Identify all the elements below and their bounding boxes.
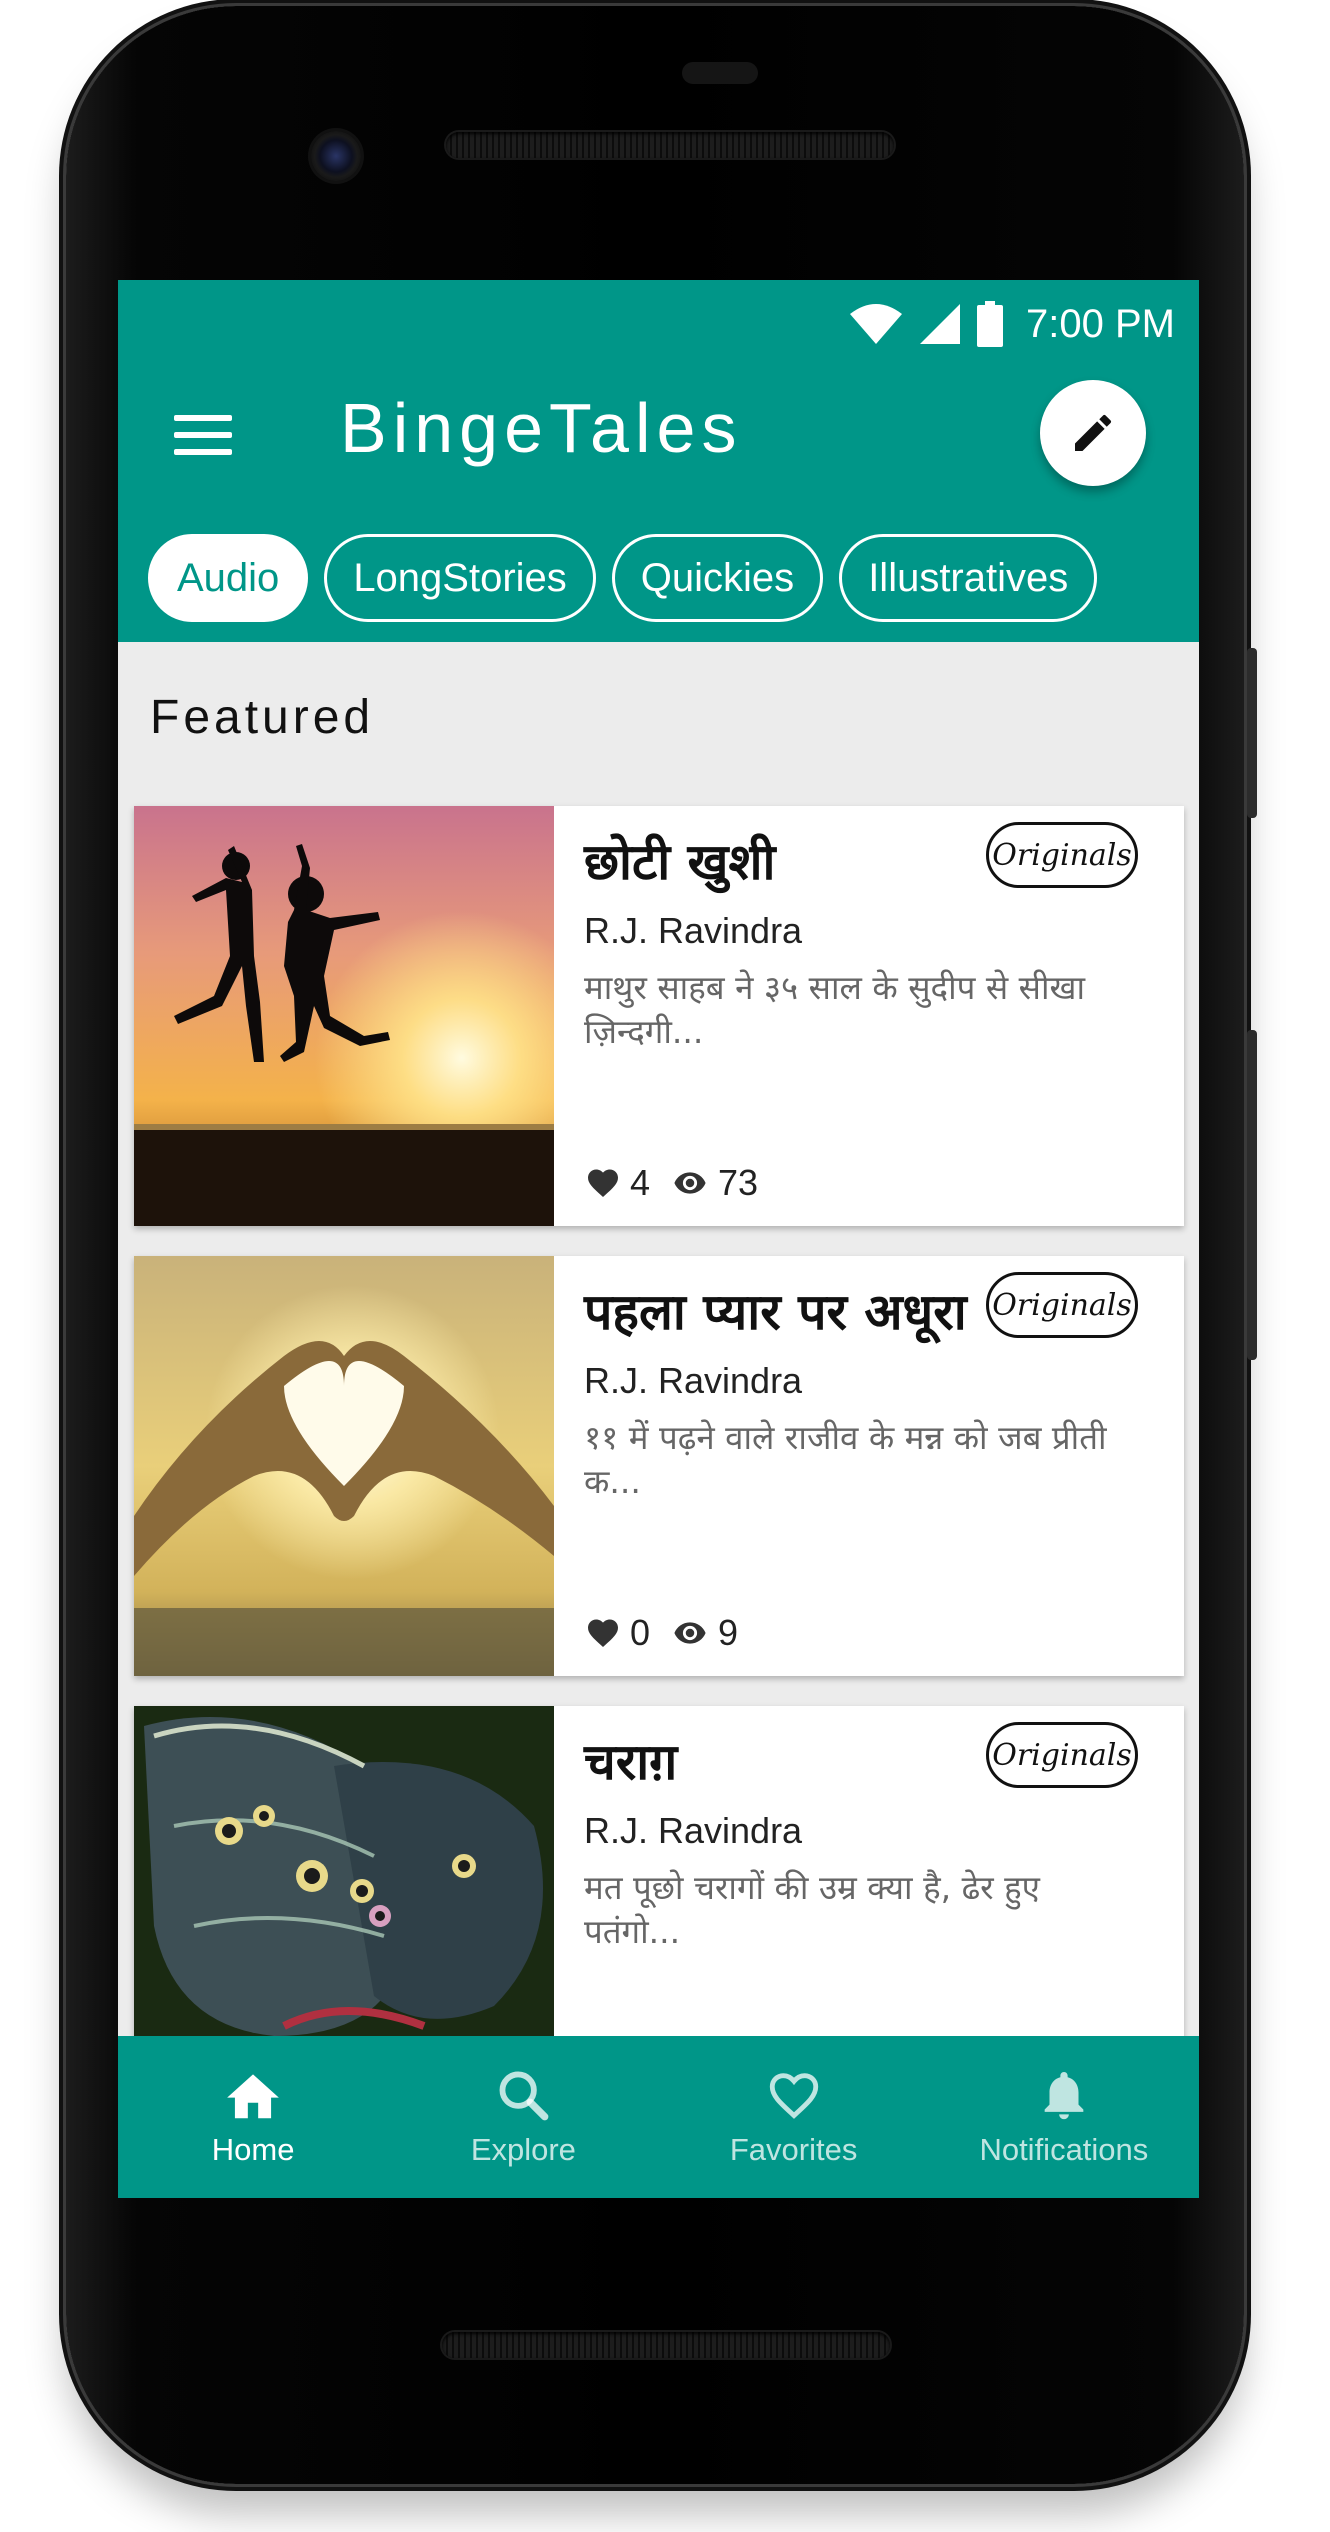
tab-illustratives[interactable]: Illustratives bbox=[839, 534, 1098, 622]
status-bar: 7:00 PM bbox=[848, 294, 1175, 354]
originals-badge: Originals bbox=[986, 822, 1138, 888]
story-card[interactable]: पहला प्यार पर अधूरा Originals R.J. Ravin… bbox=[134, 1256, 1184, 1676]
nav-favorites-label: Favorites bbox=[729, 2132, 858, 2167]
nav-favorites[interactable]: Favorites bbox=[659, 2036, 929, 2198]
story-description: ११ में पढ़ने वाले राजीव के मन्न को जब प्… bbox=[584, 1418, 1107, 1501]
app-screen: 7:00 PM BingeTales Audio LongStories Qui… bbox=[118, 280, 1199, 2198]
story-author: R.J. Ravindra bbox=[584, 1810, 803, 1851]
hamburger-menu-icon[interactable] bbox=[174, 415, 232, 455]
story-stats: 4 73 bbox=[584, 1162, 770, 1204]
story-title: पहला प्यार पर अधूरा bbox=[584, 1283, 967, 1341]
story-title: चराग़ bbox=[584, 1733, 678, 1791]
battery-icon bbox=[977, 301, 1004, 347]
story-image bbox=[134, 806, 554, 1226]
write-story-button[interactable] bbox=[1040, 380, 1146, 486]
bell-icon bbox=[1044, 2072, 1084, 2120]
front-camera bbox=[311, 131, 361, 181]
story-card[interactable]: छोटी खुशी Originals R.J. Ravindra माथुर … bbox=[134, 806, 1184, 1226]
pencil-edit-icon bbox=[1075, 414, 1112, 451]
search-icon bbox=[499, 2071, 549, 2121]
top-speaker bbox=[446, 132, 894, 158]
app-title: BingeTales bbox=[340, 389, 743, 467]
nav-home[interactable]: Home bbox=[118, 2036, 388, 2198]
originals-badge: Originals bbox=[986, 1272, 1138, 1338]
view-count: 9 bbox=[718, 1612, 739, 1653]
heart-outline-icon bbox=[769, 2073, 818, 2119]
power-button bbox=[1247, 648, 1257, 818]
bottom-speaker bbox=[442, 2332, 890, 2358]
wifi-icon bbox=[850, 304, 903, 344]
story-title: छोटी खुशी bbox=[584, 833, 776, 891]
like-count: 4 bbox=[630, 1162, 651, 1203]
tab-audio[interactable]: Audio bbox=[148, 534, 309, 622]
heart-icon bbox=[588, 1619, 618, 1648]
eye-icon bbox=[674, 1622, 706, 1644]
status-time: 7:00 PM bbox=[1026, 301, 1175, 346]
tab-quickies[interactable]: Quickies bbox=[611, 534, 824, 622]
category-tabs: Audio LongStories Quickies Illustratives bbox=[148, 534, 1098, 622]
eye-icon bbox=[674, 1172, 706, 1194]
home-icon bbox=[227, 2074, 279, 2119]
nav-explore[interactable]: Explore bbox=[388, 2036, 658, 2198]
bottom-navigation: Home Explore Favorites Notifications bbox=[118, 2036, 1199, 2198]
view-count: 73 bbox=[718, 1162, 759, 1203]
nav-home-label: Home bbox=[211, 2132, 295, 2167]
story-author: R.J. Ravindra bbox=[584, 910, 803, 951]
story-author: R.J. Ravindra bbox=[584, 1360, 803, 1401]
nav-explore-label: Explore bbox=[470, 2132, 576, 2167]
app-bar: 7:00 PM BingeTales Audio LongStories Qui… bbox=[118, 280, 1199, 642]
section-title: Featured bbox=[150, 691, 375, 744]
story-description: माथुर साहब ने ३५ साल के सुदीप से सीखा ज़… bbox=[584, 968, 1086, 1051]
tab-longstories[interactable]: LongStories bbox=[324, 534, 596, 622]
top-sensor bbox=[682, 62, 758, 84]
story-description: मत पूछो चरागों की उम्र क्या है, ढेर हुए … bbox=[584, 1868, 1040, 1951]
heart-icon bbox=[588, 1169, 618, 1198]
like-count: 0 bbox=[630, 1612, 651, 1653]
nav-notifications-label: Notifications bbox=[979, 2132, 1149, 2167]
story-image bbox=[134, 1256, 554, 1676]
signal-icon bbox=[920, 304, 961, 344]
nav-notifications[interactable]: Notifications bbox=[929, 2036, 1199, 2198]
originals-badge: Originals bbox=[986, 1722, 1138, 1788]
story-stats: 0 9 bbox=[584, 1612, 750, 1654]
volume-button bbox=[1247, 1030, 1257, 1360]
